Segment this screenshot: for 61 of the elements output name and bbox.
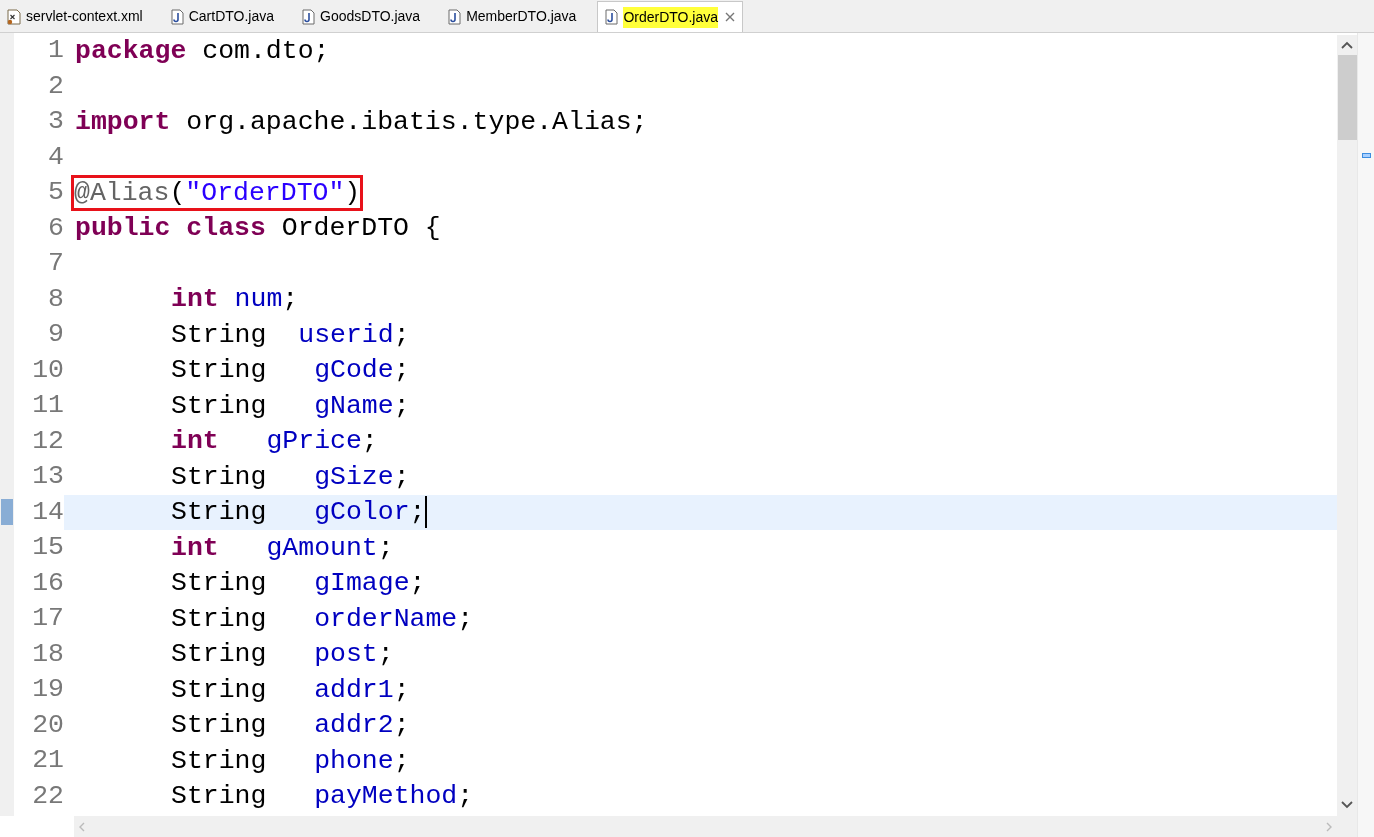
code-text: String payMethod; <box>171 781 474 812</box>
code-text: import org.apache.ibatis.type.Alias; <box>75 106 648 137</box>
line-number: 6 <box>47 211 64 245</box>
scroll-down-icon[interactable] <box>1341 801 1353 809</box>
line-number: 22 <box>31 779 64 813</box>
line-number: 2 <box>47 69 64 103</box>
scroll-left-icon[interactable] <box>78 821 86 832</box>
code-text: String addr2; <box>171 710 410 741</box>
line-number: 15 <box>31 531 64 565</box>
code-text: String post; <box>171 639 394 670</box>
java-file-icon <box>170 8 184 25</box>
scrollbar-thumb[interactable] <box>1337 55 1357 140</box>
code-text: String gColor; <box>171 497 426 528</box>
code-text: String gCode; <box>171 355 410 386</box>
editor-tab[interactable]: OrderDTO.java <box>597 1 744 32</box>
code-text: String orderName; <box>171 603 474 634</box>
editor-tab[interactable]: servlet-context.xml <box>0 1 150 32</box>
java-file-icon <box>605 9 619 25</box>
xml-file-icon <box>7 8 21 25</box>
line-number: 20 <box>31 708 64 742</box>
line-number: 18 <box>31 637 64 671</box>
code-text: String phone; <box>171 745 410 776</box>
text-cursor <box>425 496 428 529</box>
code-text: int num; <box>171 284 299 315</box>
code-text: package com.dto; <box>75 35 330 66</box>
code-text: String gImage; <box>171 568 426 599</box>
line-number: 4 <box>47 140 64 174</box>
line-number: 10 <box>31 353 64 387</box>
line-number: 21 <box>31 744 64 778</box>
horizontal-scrollbar[interactable] <box>74 816 1337 837</box>
line-number: 8 <box>47 282 64 316</box>
code-text: String gSize; <box>171 461 410 492</box>
line-number: 3 <box>47 105 64 139</box>
line-number: 11 <box>31 389 64 423</box>
line-number: 13 <box>31 460 64 494</box>
line-number: 12 <box>31 424 64 458</box>
line-number: 1 <box>47 34 64 68</box>
code-text: String userid; <box>171 319 410 350</box>
scroll-right-icon[interactable] <box>1325 821 1333 832</box>
line-number: 14 <box>31 495 64 529</box>
code-text: String addr1; <box>171 674 410 705</box>
scroll-up-icon[interactable] <box>1341 41 1353 49</box>
code-text: public class OrderDTO { <box>75 213 441 244</box>
line-number: 17 <box>31 602 64 636</box>
highlighted-code: @Alias("OrderDTO") <box>74 177 361 208</box>
line-number: 5 <box>47 176 64 210</box>
java-file-icon <box>448 8 462 25</box>
editor-tab[interactable]: CartDTO.java <box>163 1 282 32</box>
line-number: 7 <box>47 247 64 281</box>
line-number: 9 <box>47 318 64 352</box>
overview-marker[interactable] <box>1361 153 1371 158</box>
code-text: String gName; <box>171 390 410 421</box>
editor-tab[interactable]: GoodsDTO.java <box>295 1 428 32</box>
line-number: 19 <box>31 673 64 707</box>
line-number: 16 <box>31 566 64 600</box>
close-icon[interactable] <box>725 12 736 22</box>
code-text: int gAmount; <box>171 532 394 563</box>
editor-tab[interactable]: MemberDTO.java <box>441 1 584 32</box>
java-file-icon <box>302 8 316 25</box>
code-text: int gPrice; <box>171 426 378 457</box>
vertical-scrollbar[interactable] <box>1337 35 1357 837</box>
